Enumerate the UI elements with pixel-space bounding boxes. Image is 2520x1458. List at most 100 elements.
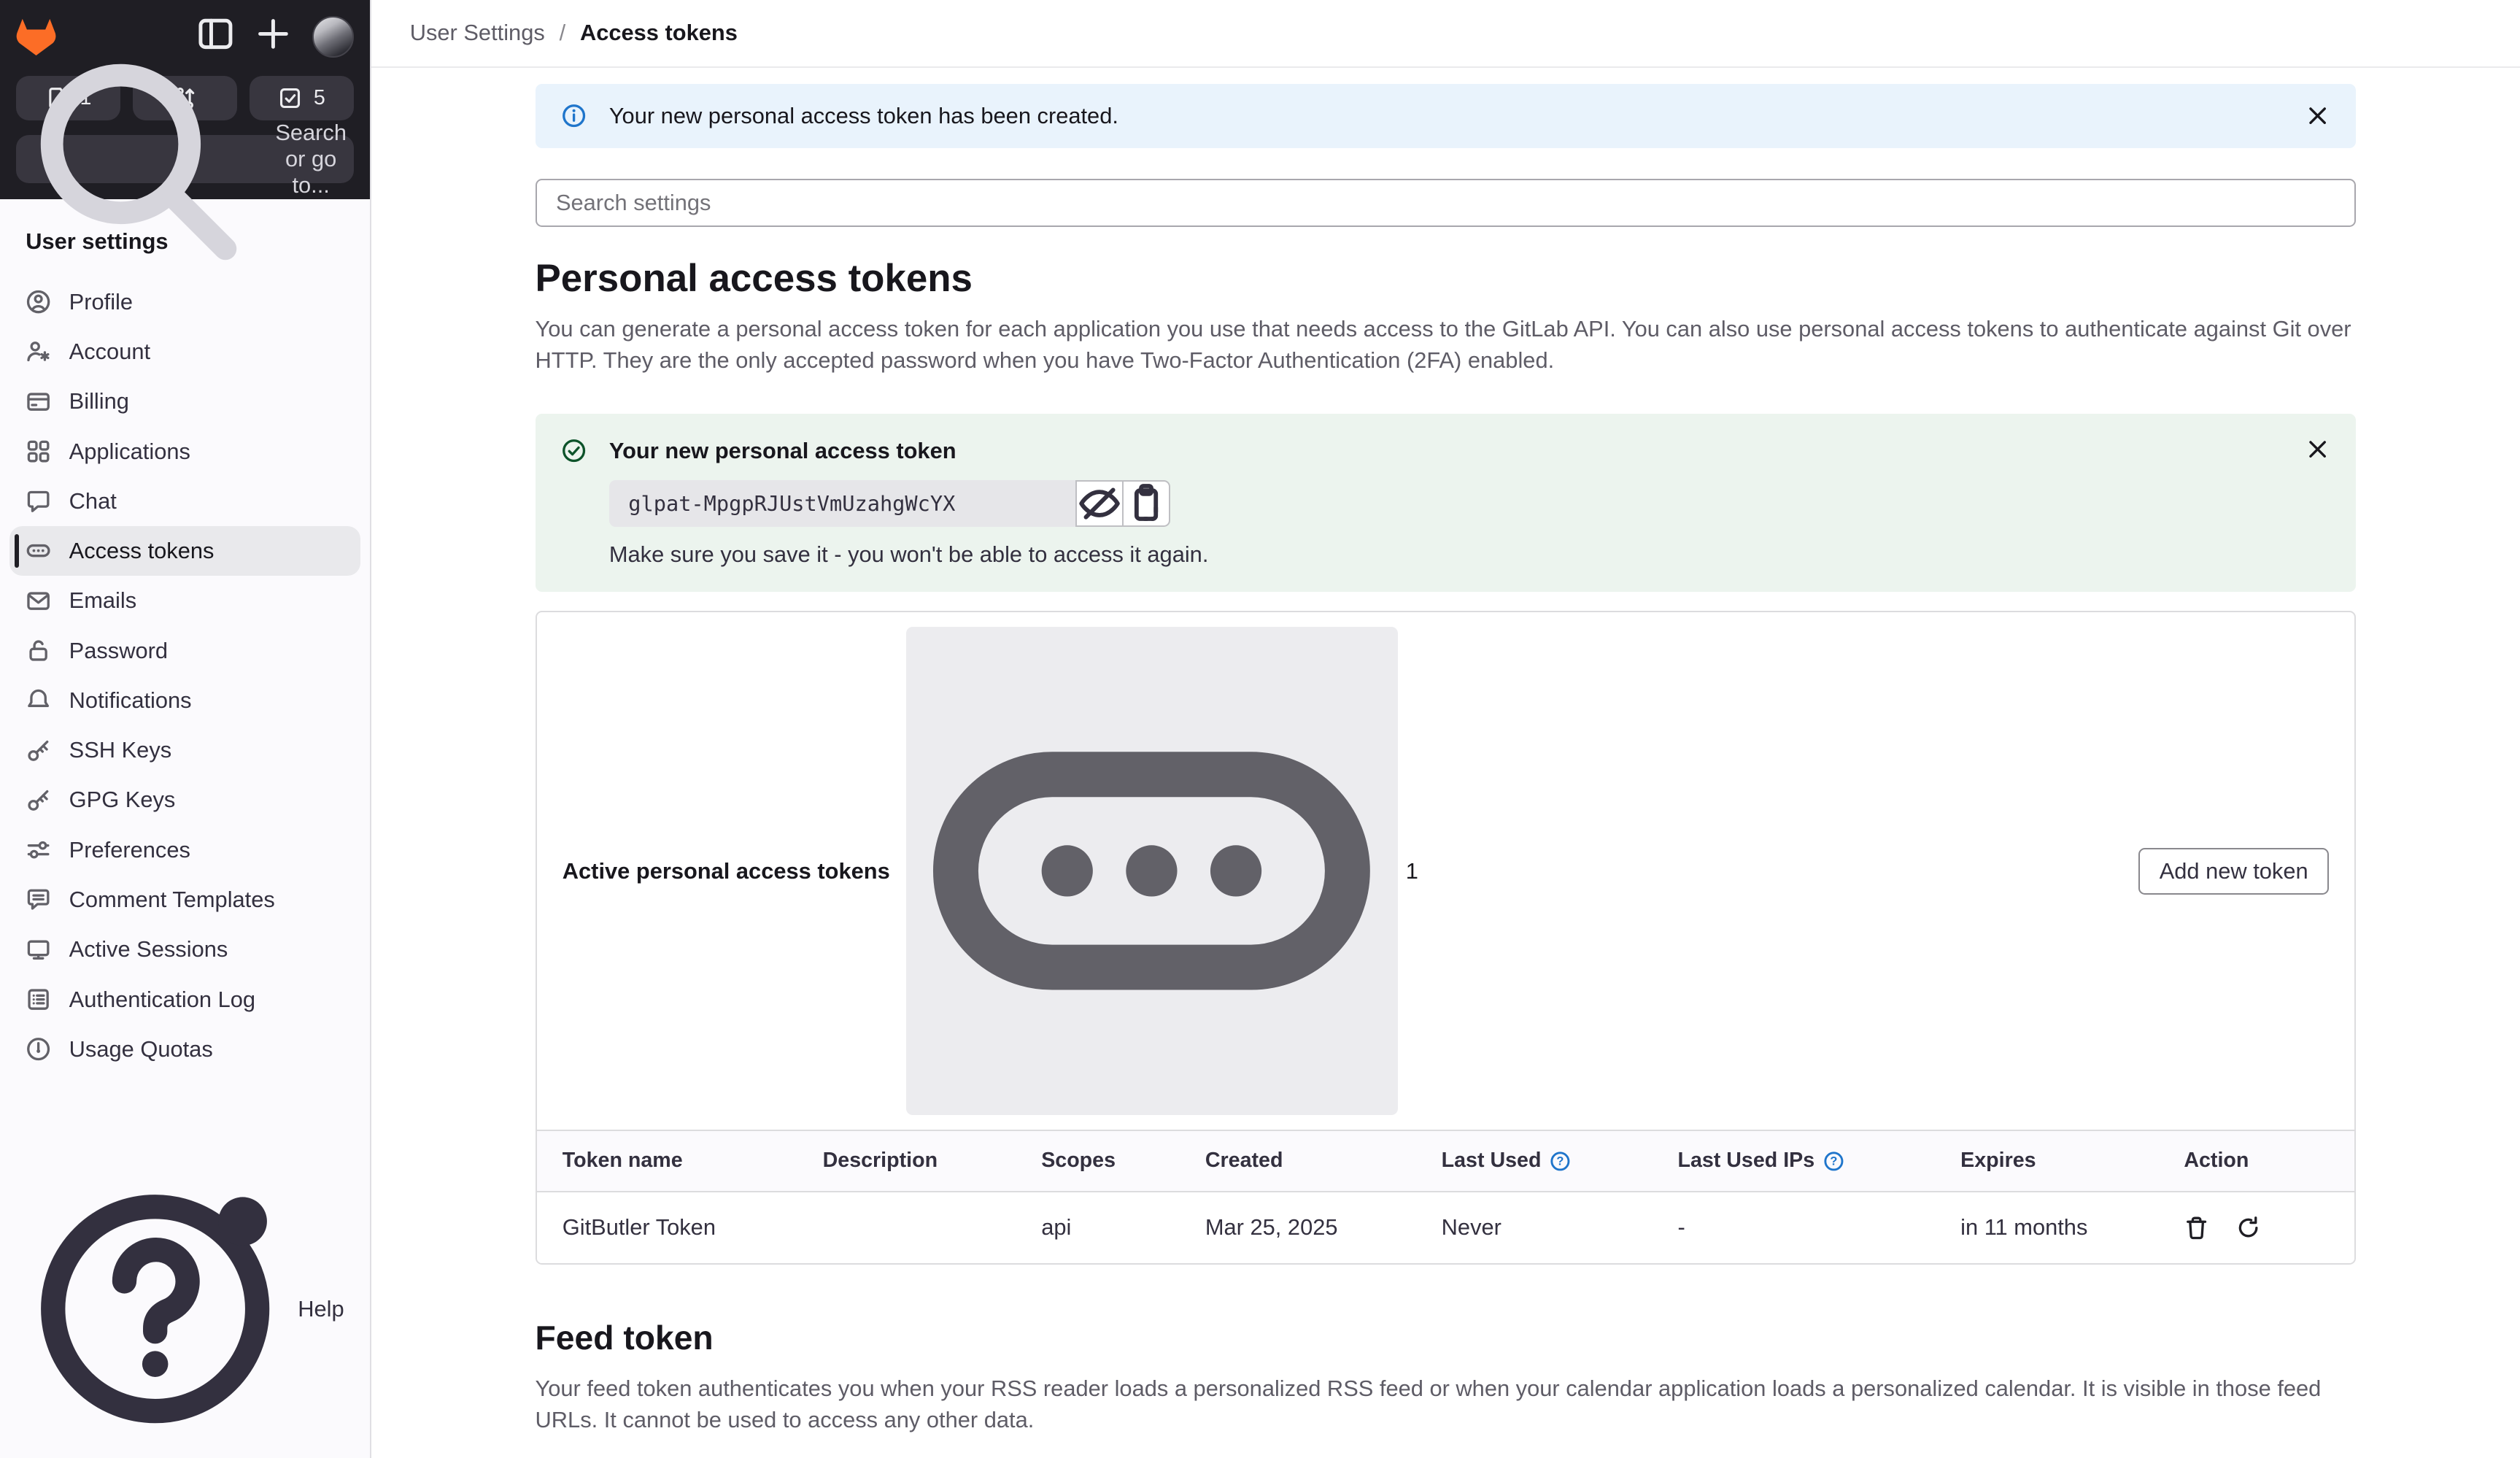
new-token-title: Your new personal access token (608, 437, 956, 463)
applications-icon (26, 439, 51, 464)
hide-token-button[interactable] (1075, 479, 1124, 527)
column-header-last-used: Last Used? (1415, 1130, 1653, 1192)
add-new-token-button[interactable]: Add new token (2138, 847, 2330, 895)
close-icon (2305, 436, 2330, 462)
info-alert-close-button[interactable] (2305, 103, 2330, 128)
new-token-banner: Your new personal access token Make sure… (535, 413, 2357, 592)
todos-shortcut[interactable]: 5 (250, 75, 354, 121)
column-header-scopes: Scopes (1015, 1130, 1180, 1192)
search-settings-input[interactable] (535, 179, 2357, 228)
breadcrumb: User Settings / Access tokens (410, 20, 738, 46)
column-label: Expires (1960, 1149, 2036, 1173)
help-button[interactable]: Help (0, 1160, 370, 1458)
active-sessions-icon (26, 937, 51, 963)
help-icon (26, 1179, 285, 1438)
column-label: Description (822, 1149, 938, 1173)
sidebar-item-comment-templates[interactable]: Comment Templates (9, 875, 360, 925)
sidebar-item-label: Applications (69, 438, 190, 464)
sidebar-item-applications[interactable]: Applications (9, 426, 360, 476)
feed-token-heading: Feed token (535, 1318, 714, 1357)
sidebar-item-label: Profile (69, 288, 134, 315)
sidebar-item-gpg-keys[interactable]: GPG Keys (9, 775, 360, 825)
new-token-value-field[interactable] (608, 479, 1075, 527)
sidebar-item-label: Chat (69, 487, 117, 514)
token-icon (26, 538, 51, 563)
search-or-go-to-button[interactable]: Search or go to... (16, 63, 354, 261)
gitlab-app: 15 Search or go to... User settings Prof… (0, 0, 2520, 1458)
help-question-icon[interactable]: ? (1823, 1150, 1845, 1173)
breadcrumb-user-settings[interactable]: User Settings (410, 20, 545, 46)
sidebar-item-usage-quotas[interactable]: Usage Quotas (9, 1025, 360, 1074)
revoke-token-button[interactable] (2184, 1215, 2209, 1241)
info-icon (561, 103, 587, 128)
new-token-banner-close-button[interactable] (2305, 436, 2330, 462)
token-row: GitButler Token api Mar 25, 2025 Never -… (536, 1191, 2355, 1264)
column-header-expires: Expires (1934, 1130, 2159, 1192)
sidebar-item-chat[interactable]: Chat (9, 477, 360, 526)
column-header-description: Description (797, 1130, 1016, 1192)
cell-created: Mar 25, 2025 (1179, 1191, 1416, 1264)
emails-icon (26, 588, 51, 614)
sidebar-item-authentication-log[interactable]: Authentication Log (9, 974, 360, 1024)
column-label: Action (2184, 1149, 2249, 1173)
sidebar-item-notifications[interactable]: Notifications (9, 676, 360, 725)
sidebar-item-label: Billing (69, 388, 129, 414)
tokens-table: Token name Description Scopes Created Last U… (536, 1130, 2355, 1264)
help-question-icon[interactable]: ? (1549, 1150, 1572, 1173)
cell-token-name: GitButler Token (536, 1191, 797, 1264)
sidebar-item-label: Active Sessions (69, 936, 228, 963)
copy-token-button[interactable] (1121, 479, 1170, 527)
topbar: User Settings / Access tokens (371, 0, 2520, 68)
password-icon (26, 638, 51, 663)
svg-text:?: ? (1831, 1154, 1838, 1168)
sidebar-item-label: Emails (69, 587, 137, 614)
sidebar-item-profile[interactable]: Profile (9, 277, 360, 327)
column-label: Last Used (1441, 1149, 1542, 1173)
sidebar-section-title: User settings (26, 228, 169, 254)
super-sidebar: 15 Search or go to... User settings Prof… (0, 0, 371, 1458)
sidebar-item-access-tokens[interactable]: Access tokens (9, 525, 360, 576)
account-icon (26, 339, 51, 364)
feed-token-description: Your feed token authenticates you when y… (535, 1376, 2322, 1432)
rotate-token-button[interactable] (2235, 1215, 2261, 1241)
cell-last-used-ips: - (1652, 1191, 1935, 1264)
user-avatar[interactable] (312, 16, 354, 58)
billing-icon (26, 389, 51, 414)
save-token-note: Make sure you save it - you won't be abl… (608, 541, 1209, 567)
create-new-button[interactable] (254, 18, 293, 56)
sidebar-item-label: Usage Quotas (69, 1035, 213, 1062)
sidebar-item-label: Preferences (69, 836, 190, 863)
column-header-action: Action (2158, 1130, 2355, 1192)
sidebar-item-active-sessions[interactable]: Active Sessions (9, 925, 360, 974)
column-header-token-name: Token name (536, 1130, 797, 1192)
cell-last-used: Never (1415, 1191, 1653, 1264)
column-label: Scopes (1041, 1149, 1116, 1173)
trash-icon (2184, 1215, 2209, 1241)
token-count-badge: 1 (905, 626, 1418, 1116)
sidebar-item-label: Access tokens (69, 538, 214, 564)
sidebar-item-preferences[interactable]: Preferences (9, 825, 360, 875)
token-count: 1 (1405, 857, 1418, 884)
sidebar-item-emails[interactable]: Emails (9, 576, 360, 625)
column-header-created: Created (1179, 1130, 1416, 1192)
sidebar-item-label: GPG Keys (69, 787, 176, 813)
sidebar-item-label: Password (69, 637, 169, 663)
active-tokens-title: Active personal access tokens (562, 857, 890, 884)
page-title: Personal access tokens (535, 256, 973, 300)
plus-icon (254, 15, 293, 59)
cell-scopes: api (1015, 1191, 1180, 1264)
sidebar-dark-header: 15 Search or go to... (0, 0, 370, 261)
sidebar-item-password[interactable]: Password (9, 625, 360, 675)
sidebar-item-ssh-keys[interactable]: SSH Keys (9, 725, 360, 775)
column-label: Last Used IPs (1677, 1149, 1815, 1173)
tasks-icon (278, 86, 302, 110)
cell-description (797, 1191, 1016, 1264)
sidebar-item-billing[interactable]: Billing (9, 377, 360, 426)
content-scroll-area[interactable]: Your new personal access token has been … (371, 68, 2520, 1458)
sidebar-item-account[interactable]: Account (9, 327, 360, 377)
preferences-icon (26, 837, 51, 863)
info-alert-text: Your new personal access token has been … (608, 102, 1118, 128)
column-label: Created (1205, 1149, 1283, 1173)
notifications-icon (26, 687, 51, 713)
cell-expires: in 11 months (1934, 1191, 2159, 1264)
